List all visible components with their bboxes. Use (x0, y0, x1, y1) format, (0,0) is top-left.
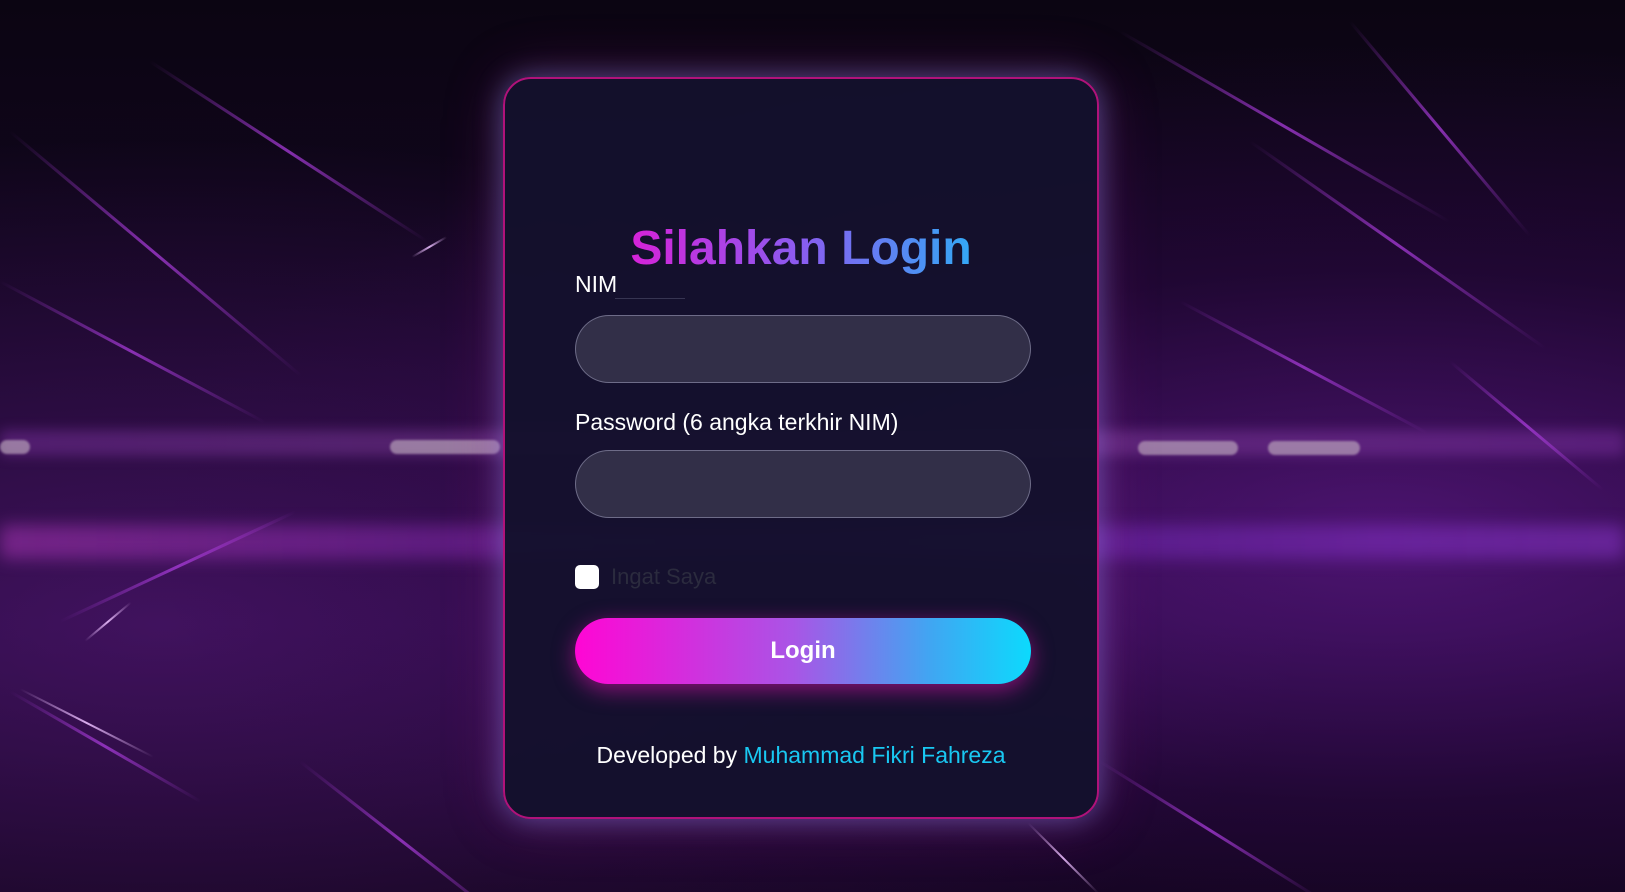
background-streak (9, 690, 202, 803)
background-streak (411, 236, 448, 258)
background-light-spot (390, 440, 500, 454)
footer-prefix: Developed by (596, 742, 738, 768)
background-light-spot (1268, 441, 1360, 455)
background-streak (1249, 140, 1546, 350)
background-streak (149, 60, 428, 243)
background-streak (19, 688, 155, 758)
background-streak (1449, 360, 1605, 492)
password-label: Password (6 angka terkhir NIM) (575, 409, 899, 435)
login-button[interactable]: Login (575, 618, 1031, 684)
background-streak (299, 760, 506, 892)
remember-checkbox[interactable] (575, 565, 599, 589)
page-title: Silahkan Login (630, 222, 972, 275)
background-streak (59, 510, 297, 623)
background-streak (0, 280, 266, 424)
login-card: Silahkan Login NIM Password (6 angka ter… (503, 77, 1099, 819)
password-input[interactable] (575, 450, 1031, 518)
background-streak (1027, 822, 1100, 892)
background-streak (84, 601, 132, 642)
nim-input[interactable] (575, 315, 1031, 383)
background-streak (1348, 20, 1532, 237)
background-streak (1119, 30, 1450, 223)
background-streak (1179, 300, 1428, 435)
background-streak (9, 130, 303, 377)
background-light-spot (0, 440, 30, 454)
background-light-spot (1138, 441, 1238, 455)
remember-label[interactable]: Ingat Saya (611, 564, 716, 590)
footer-credit: Developed by Muhammad Fikri Fahreza (505, 742, 1097, 769)
background-streak (1099, 760, 1322, 892)
remember-me[interactable]: Ingat Saya (575, 564, 716, 590)
author-link[interactable]: Muhammad Fikri Fahreza (744, 742, 1006, 768)
title-divider (615, 298, 685, 299)
nim-label: NIM (575, 271, 618, 297)
